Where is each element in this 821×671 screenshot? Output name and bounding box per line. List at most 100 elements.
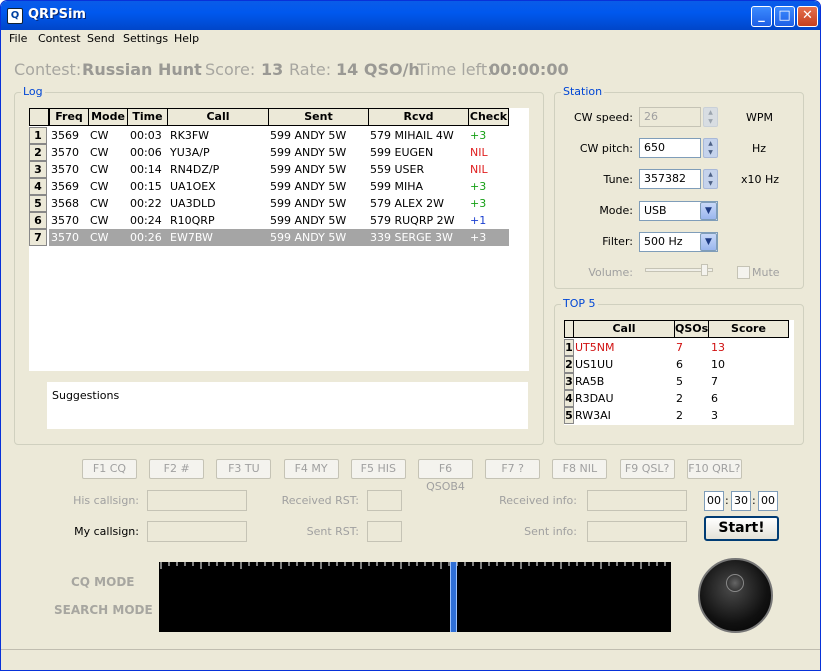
tune-field[interactable]: 357382 — [639, 169, 701, 189]
title-bar[interactable]: Q QRPSim _ □ ✕ — [1, 1, 820, 30]
menu-contest[interactable]: Contest — [38, 32, 81, 45]
start-button[interactable]: Start! — [704, 516, 779, 541]
fkey-button-3[interactable]: F3 TU — [216, 459, 272, 479]
close-button[interactable]: ✕ — [797, 6, 818, 27]
log-cell-freq[interactable]: 3568 — [51, 195, 79, 212]
search-mode-label[interactable]: SEARCH MODE — [54, 603, 153, 617]
log-cell-time[interactable]: 00:06 — [130, 144, 162, 161]
fkey-button-6[interactable]: F6 QSOB4 — [418, 459, 473, 493]
log-cell-sent[interactable]: 599 ANDY 5W — [270, 144, 346, 161]
fkey-button-8[interactable]: F8 NIL — [552, 459, 608, 479]
top5-header-qsos[interactable]: QSOs — [674, 320, 709, 338]
my-callsign-input[interactable] — [147, 521, 247, 542]
log-row-number[interactable]: 6 — [29, 212, 47, 229]
log-cell-freq[interactable]: 3570 — [51, 229, 79, 246]
menu-send[interactable]: Send — [87, 32, 115, 45]
log-cell-freq[interactable]: 3570 — [51, 161, 79, 178]
suggestions-box[interactable]: Suggestions — [47, 382, 528, 429]
fkey-button-10[interactable]: F10 QRL? — [686, 459, 742, 479]
received-rst-input[interactable] — [367, 490, 402, 511]
log-cell-sent[interactable]: 599 ANDY 5W — [270, 161, 346, 178]
log-header-sent[interactable]: Sent — [268, 108, 369, 126]
timer-hours-field[interactable]: 00 — [704, 491, 724, 511]
log-cell-time[interactable]: 00:22 — [130, 195, 162, 212]
fkey-button-5[interactable]: F5 HIS — [350, 459, 406, 479]
sent-info-input[interactable] — [587, 521, 687, 542]
fkey-button-9[interactable]: F9 QSL? — [619, 459, 675, 479]
log-cell-sent[interactable]: 599 ANDY 5W — [270, 195, 346, 212]
cw-pitch-field[interactable]: 650 — [639, 138, 701, 158]
log-cell-freq[interactable]: 3569 — [51, 127, 79, 144]
log-cell-mode[interactable]: CW — [90, 178, 109, 195]
log-cell-mode[interactable]: CW — [90, 144, 109, 161]
received-info-input[interactable] — [587, 490, 687, 511]
fkey-button-2[interactable]: F2 # — [149, 459, 205, 479]
log-cell-time[interactable]: 00:15 — [130, 178, 162, 195]
log-cell-rcvd[interactable]: 599 EUGEN — [370, 144, 433, 161]
log-cell-sent[interactable]: 599 ANDY 5W — [270, 212, 346, 229]
fkey-button-4[interactable]: F4 MY — [283, 459, 339, 479]
log-header-call[interactable]: Call — [167, 108, 269, 126]
log-cell-rcvd[interactable]: 599 MIHA — [370, 178, 423, 195]
log-cell-call[interactable]: RN4DZ/P — [170, 161, 219, 178]
chevron-down-icon[interactable]: ▼ — [700, 202, 717, 220]
log-cell-rcvd[interactable]: 579 ALEX 2W — [370, 195, 444, 212]
log-cell-time[interactable]: 00:26 — [130, 229, 162, 246]
cw-speed-field[interactable]: 26 — [639, 107, 701, 127]
band-scope[interactable] — [159, 562, 671, 632]
log-row-number[interactable]: 3 — [29, 161, 47, 178]
log-cell-freq[interactable]: 3569 — [51, 178, 79, 195]
top5-header-call[interactable]: Call — [573, 320, 675, 338]
log-cell-sent[interactable]: 599 ANDY 5W — [270, 178, 346, 195]
timer-seconds-field[interactable]: 00 — [758, 491, 778, 511]
log-cell-rcvd[interactable]: 579 RUQRP 2W — [370, 212, 455, 229]
log-cell-call[interactable]: R10QRP — [170, 212, 215, 229]
log-row-number[interactable]: 1 — [29, 127, 47, 144]
log-cell-check[interactable]: NIL — [470, 144, 488, 161]
log-cell-rcvd[interactable]: 559 USER — [370, 161, 424, 178]
menu-help[interactable]: Help — [174, 32, 199, 45]
log-cell-check[interactable]: +1 — [470, 212, 486, 229]
cq-mode-label[interactable]: CQ MODE — [71, 575, 135, 589]
volume-slider[interactable] — [645, 264, 713, 276]
log-cell-check[interactable]: +3 — [470, 229, 486, 246]
timer-minutes-field[interactable]: 30 — [731, 491, 751, 511]
log-cell-rcvd[interactable]: 339 SERGE 3W — [370, 229, 453, 246]
log-cell-call[interactable]: RK3FW — [170, 127, 209, 144]
log-header-mode[interactable]: Mode — [88, 108, 128, 126]
log-cell-check[interactable]: +3 — [470, 195, 486, 212]
log-row-number[interactable]: 5 — [29, 195, 47, 212]
mute-checkbox[interactable] — [737, 266, 750, 279]
log-cell-mode[interactable]: CW — [90, 161, 109, 178]
log-header-time[interactable]: Time — [127, 108, 168, 126]
fkey-button-7[interactable]: F7 ? — [485, 459, 541, 479]
menu-settings[interactable]: Settings — [123, 32, 168, 45]
log-header-check[interactable]: Check — [468, 108, 509, 126]
log-cell-freq[interactable]: 3570 — [51, 144, 79, 161]
sent-rst-input[interactable] — [367, 521, 402, 542]
log-header-freq[interactable]: Freq — [49, 108, 89, 126]
log-cell-freq[interactable]: 3570 — [51, 212, 79, 229]
log-cell-check[interactable]: +3 — [470, 178, 486, 195]
log-cell-mode[interactable]: CW — [90, 127, 109, 144]
log-cell-call[interactable]: EW7BW — [170, 229, 213, 246]
menu-file[interactable]: File — [9, 32, 27, 45]
minimize-button[interactable]: _ — [751, 6, 772, 27]
his-callsign-input[interactable] — [147, 490, 247, 511]
volume-slider-thumb[interactable] — [701, 264, 708, 276]
log-cell-call[interactable]: YU3A/P — [170, 144, 210, 161]
log-cell-call[interactable]: UA1OEX — [170, 178, 216, 195]
tune-spinner[interactable]: ▲ ▼ — [703, 169, 718, 189]
tuning-knob-grip[interactable] — [726, 574, 744, 592]
log-cell-time[interactable]: 00:24 — [130, 212, 162, 229]
maximize-button[interactable]: □ — [774, 6, 795, 27]
cw-speed-spinner[interactable]: ▲ ▼ — [703, 107, 718, 127]
log-row-number[interactable]: 2 — [29, 144, 47, 161]
log-cell-mode[interactable]: CW — [90, 212, 109, 229]
log-cell-time[interactable]: 00:03 — [130, 127, 162, 144]
top5-header-score[interactable]: Score — [708, 320, 789, 338]
log-cell-mode[interactable]: CW — [90, 195, 109, 212]
tuning-knob[interactable] — [698, 558, 773, 633]
log-cell-call[interactable]: UA3DLD — [170, 195, 216, 212]
log-cell-time[interactable]: 00:14 — [130, 161, 162, 178]
